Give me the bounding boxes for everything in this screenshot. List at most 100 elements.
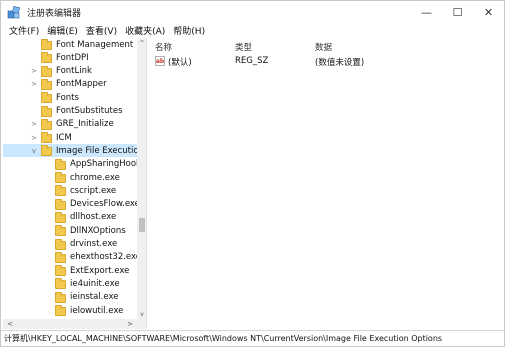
tree-node[interactable]: ie4uinit.exe bbox=[3, 277, 137, 290]
tree-node[interactable]: drvinst.exe bbox=[3, 238, 137, 251]
tree-node[interactable]: dllhost.exe bbox=[3, 211, 137, 224]
scroll-down-icon[interactable]: v bbox=[137, 309, 146, 319]
tree-node[interactable]: v Image File Execution bbox=[3, 144, 144, 158]
minimize-button[interactable]: — bbox=[411, 1, 442, 23]
folder-icon bbox=[55, 185, 66, 197]
folder-icon bbox=[41, 65, 52, 77]
regedit-app-icon bbox=[7, 5, 21, 19]
folder-icon bbox=[41, 145, 52, 157]
tree-node[interactable]: FontDPI bbox=[3, 51, 137, 64]
folder-icon bbox=[55, 211, 66, 223]
tree-node[interactable]: cscript.exe bbox=[3, 184, 137, 197]
folder-icon bbox=[41, 105, 52, 117]
menu-help[interactable]: 帮助(H) bbox=[169, 24, 209, 37]
folder-icon bbox=[55, 278, 66, 290]
value-name: (默认) bbox=[168, 58, 192, 68]
tree-node-label: chrome.exe bbox=[70, 172, 120, 183]
tree-node[interactable]: ielowutil.exe bbox=[3, 304, 137, 317]
values-pane: 名称 类型 数据 ab (默认) REG_SZ (数值未设置) bbox=[149, 38, 504, 329]
column-header-type[interactable]: 类型 bbox=[235, 41, 252, 53]
tree-node-label: ie4uinit.exe bbox=[70, 278, 120, 289]
folder-icon bbox=[55, 305, 66, 316]
tree-node[interactable]: ehexthost32.exe bbox=[3, 251, 141, 264]
chevron-right-icon[interactable]: > bbox=[30, 66, 38, 76]
registry-tree[interactable]: Font Management FontDPI > FontLink > FontMapp… bbox=[3, 38, 147, 329]
tree-node-label: ieinstal.exe bbox=[70, 292, 119, 303]
tree-node-label: DevicesFlow.exe bbox=[70, 199, 140, 210]
string-value-icon: ab bbox=[155, 56, 165, 66]
tree-node-label: GRE_Initialize bbox=[56, 119, 114, 130]
column-header-data[interactable]: 数据 bbox=[315, 41, 332, 53]
tree-node[interactable]: > ICM bbox=[3, 131, 137, 144]
tree-node[interactable]: DllNXOptions bbox=[3, 224, 137, 237]
tree-node-label: AppSharingHook bbox=[70, 159, 141, 170]
tree-node-label: ICM bbox=[56, 132, 72, 143]
tree-node[interactable]: ieinstal.exe bbox=[3, 291, 137, 304]
value-type: REG_SZ bbox=[235, 56, 269, 66]
tree-node[interactable]: AppSharingHook bbox=[3, 158, 141, 171]
folder-icon bbox=[41, 78, 52, 90]
tree-node-label: FontLink bbox=[56, 66, 92, 77]
chevron-down-icon[interactable]: v bbox=[30, 146, 38, 156]
folder-icon bbox=[41, 118, 52, 130]
folder-icon bbox=[55, 225, 66, 237]
chevron-right-icon[interactable]: > bbox=[30, 133, 38, 143]
chevron-right-icon[interactable]: > bbox=[30, 79, 38, 89]
tree-node[interactable]: FontSubstitutes bbox=[3, 105, 137, 118]
tree-node-label: Font Management bbox=[56, 39, 134, 50]
folder-icon bbox=[55, 265, 66, 277]
menu-edit[interactable]: 编辑(E) bbox=[43, 24, 82, 37]
tree-node-label: drvinst.exe bbox=[70, 239, 118, 249]
tree-node-label: cscript.exe bbox=[70, 185, 117, 196]
folder-icon bbox=[55, 238, 66, 250]
status-bar: 计算机\HKEY_LOCAL_MACHINE\SOFTWARE\Microsof… bbox=[1, 330, 504, 346]
column-header-name[interactable]: 名称 bbox=[155, 41, 172, 53]
close-button[interactable]: ✕ bbox=[473, 1, 504, 23]
tree-vertical-scrollbar[interactable]: ^ v bbox=[137, 38, 146, 319]
value-data: (数值未设置) bbox=[315, 58, 365, 68]
tree-node[interactable]: DevicesFlow.exe bbox=[3, 198, 140, 211]
tree-node-label: FontDPI bbox=[56, 52, 89, 63]
scroll-left-icon[interactable]: < bbox=[5, 319, 15, 329]
chevron-right-icon[interactable]: > bbox=[30, 119, 38, 129]
tree-node[interactable]: > FontLink bbox=[3, 65, 137, 78]
folder-icon bbox=[55, 158, 66, 170]
regedit-window: 注册表编辑器 — ☐ ✕ 文件(F) 编辑(E) 查看(V) 收藏夹(A) 帮助… bbox=[0, 0, 505, 347]
maximize-button[interactable]: ☐ bbox=[442, 1, 473, 23]
folder-icon bbox=[55, 251, 66, 263]
tree-node[interactable]: ExtExport.exe bbox=[3, 264, 137, 277]
tree-node[interactable]: > FontMapper bbox=[3, 78, 137, 91]
folder-icon bbox=[41, 39, 52, 50]
menu-favorites[interactable]: 收藏夹(A) bbox=[121, 24, 169, 37]
tree-node-label: FontMapper bbox=[56, 79, 107, 90]
menu-file[interactable]: 文件(F) bbox=[5, 24, 43, 37]
tree-node[interactable]: Font Management bbox=[3, 38, 137, 51]
folder-icon bbox=[41, 52, 52, 64]
tree-node[interactable]: > GRE_Initialize bbox=[3, 118, 137, 131]
menu-bar: 文件(F) 编辑(E) 查看(V) 收藏夹(A) 帮助(H) bbox=[1, 23, 209, 37]
folder-icon bbox=[55, 291, 66, 303]
tree-node-label: DllNXOptions bbox=[70, 225, 126, 236]
tree-scroll-thumb[interactable] bbox=[139, 218, 145, 232]
tree-node-label: dllhost.exe bbox=[70, 212, 117, 223]
value-row[interactable]: ab (默认) REG_SZ (数值未设置) bbox=[149, 55, 504, 68]
folder-icon bbox=[41, 132, 52, 144]
tree-node-label: FontSubstitutes bbox=[56, 106, 123, 116]
tree-node-label: Image File Execution bbox=[56, 145, 144, 156]
window-title: 注册表编辑器 bbox=[27, 8, 82, 19]
title-bar: 注册表编辑器 — ☐ ✕ bbox=[1, 1, 504, 23]
folder-icon bbox=[41, 92, 52, 104]
scroll-right-icon[interactable]: > bbox=[125, 319, 135, 329]
tree-node-label: ielowutil.exe bbox=[70, 305, 124, 316]
status-path: 计算机\HKEY_LOCAL_MACHINE\SOFTWARE\Microsof… bbox=[4, 334, 443, 343]
folder-icon bbox=[55, 198, 66, 210]
tree-node-label: Fonts bbox=[56, 92, 79, 103]
menu-view[interactable]: 查看(V) bbox=[82, 24, 121, 37]
tree-node-label: ehexthost32.exe bbox=[70, 252, 142, 263]
tree-node-label: ExtExport.exe bbox=[70, 265, 130, 276]
tree-horizontal-scrollbar[interactable]: < > bbox=[3, 319, 146, 329]
tree-node[interactable]: Fonts bbox=[3, 91, 137, 104]
tree-node[interactable]: chrome.exe bbox=[3, 171, 137, 184]
scroll-up-icon[interactable]: ^ bbox=[137, 38, 146, 48]
folder-icon bbox=[55, 172, 66, 183]
